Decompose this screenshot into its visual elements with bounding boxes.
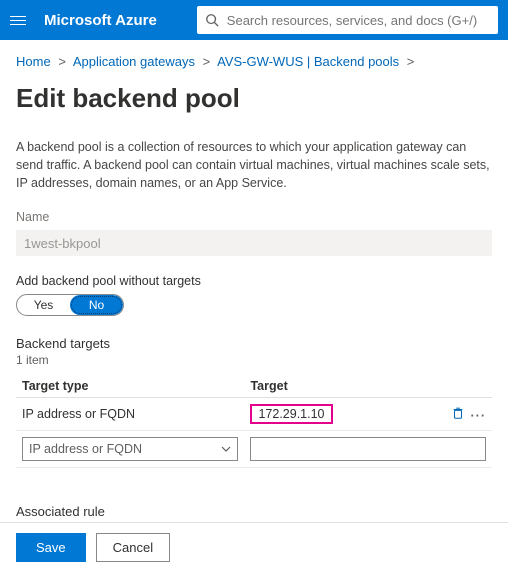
chevron-down-icon (221, 444, 231, 454)
target-type-value: IP address or FQDN (16, 398, 244, 431)
target-type-placeholder: IP address or FQDN (29, 442, 142, 456)
chevron-right-icon: > (407, 54, 415, 69)
backend-targets-table: Target type Target IP address or FQDN 17… (16, 375, 492, 468)
add-without-targets-toggle[interactable]: Yes No (16, 294, 124, 316)
breadcrumb-app-gateways[interactable]: Application gateways (73, 54, 195, 69)
toggle-no[interactable]: No (70, 295, 123, 315)
associated-rule-label: Associated rule (16, 504, 492, 519)
chevron-right-icon: > (58, 54, 66, 69)
target-type-select[interactable]: IP address or FQDN (22, 437, 238, 461)
more-icon[interactable]: ··· (471, 409, 487, 423)
table-row-new: IP address or FQDN (16, 431, 492, 468)
breadcrumb: Home > Application gateways > AVS-GW-WUS… (16, 50, 492, 79)
breadcrumb-backend-pools[interactable]: AVS-GW-WUS | Backend pools (217, 54, 399, 69)
name-input (16, 230, 492, 256)
brand-logo[interactable]: Microsoft Azure (44, 12, 157, 29)
name-label: Name (16, 210, 492, 224)
top-bar: Microsoft Azure (0, 0, 508, 40)
page-title: Edit backend pool (16, 83, 492, 114)
add-without-targets-label: Add backend pool without targets (16, 274, 492, 288)
col-target: Target (244, 375, 434, 398)
table-row: IP address or FQDN 172.29.1.10 ··· (16, 398, 492, 431)
footer: Save Cancel (0, 522, 508, 572)
toggle-yes[interactable]: Yes (17, 295, 70, 315)
backend-targets-count: 1 item (16, 353, 492, 367)
target-input[interactable] (250, 437, 486, 461)
menu-icon[interactable] (10, 10, 30, 30)
page-description: A backend pool is a collection of resour… (16, 138, 492, 192)
target-value: 172.29.1.10 (250, 404, 332, 424)
delete-icon[interactable] (451, 409, 468, 423)
breadcrumb-home[interactable]: Home (16, 54, 51, 69)
col-target-type: Target type (16, 375, 244, 398)
global-search[interactable] (197, 6, 498, 34)
save-button[interactable]: Save (16, 533, 86, 562)
global-search-input[interactable] (225, 12, 490, 29)
cancel-button[interactable]: Cancel (96, 533, 170, 562)
chevron-right-icon: > (203, 54, 211, 69)
backend-targets-header: Backend targets (16, 336, 492, 351)
search-icon (205, 13, 219, 27)
main-content: Home > Application gateways > AVS-GW-WUS… (0, 40, 508, 536)
